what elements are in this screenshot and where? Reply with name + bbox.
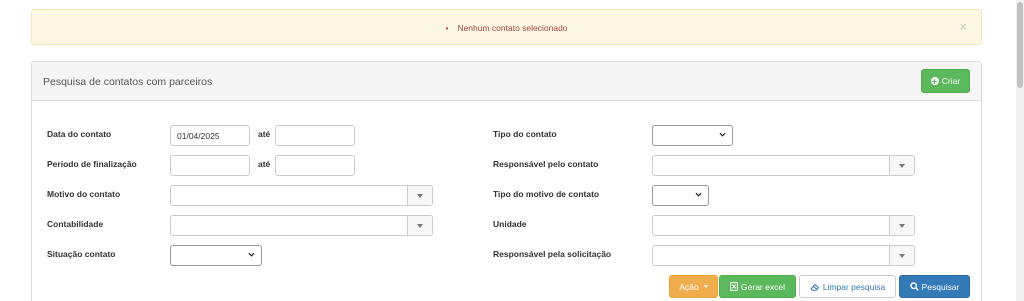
periodo-finalizacao-to-input[interactable] (275, 155, 355, 176)
caret-down-icon (703, 285, 708, 288)
eraser-icon (810, 283, 820, 291)
alert-message: • Nenhum contato selecionado (32, 23, 981, 33)
chevron-down-icon (719, 132, 726, 137)
label-periodo-finalizacao: Período de finalização (47, 159, 137, 169)
page-title: Pesquisa de contatos com parceiros (43, 76, 213, 88)
label-unidade: Unidade (493, 219, 527, 229)
label-responsavel-solicitacao: Responsável pela solicitação (493, 249, 612, 259)
search-icon (909, 282, 919, 291)
create-button-label: Criar (941, 76, 961, 86)
caret-down-icon (899, 253, 905, 258)
dropdown-arrow[interactable] (889, 216, 914, 235)
export-excel-button[interactable]: Gerar excel (719, 275, 796, 298)
until-label: até (258, 129, 271, 139)
situacao-contato-select[interactable] (170, 245, 262, 266)
page-scrollbar[interactable] (1016, 0, 1024, 301)
plus-circle-icon (930, 77, 939, 85)
dropdown-arrow[interactable] (407, 216, 432, 235)
excel-file-icon (730, 282, 738, 291)
label-tipo-contato: Tipo do contato (493, 129, 557, 139)
chevron-down-icon (695, 192, 702, 197)
create-button[interactable]: Criar (921, 69, 970, 93)
caret-down-icon (899, 163, 905, 168)
caret-down-icon (899, 223, 905, 228)
action-dropdown-button[interactable]: Ação (669, 275, 718, 298)
caret-down-icon (417, 193, 423, 198)
alert-text: Nenhum contato selecionado (457, 23, 568, 33)
contabilidade-select[interactable] (170, 215, 433, 236)
label-tipo-motivo-contato: Tipo do motivo de contato (493, 189, 600, 199)
label-data-contato: Data do contato (47, 129, 112, 139)
responsavel-solicitacao-select[interactable] (652, 245, 915, 266)
caret-down-icon (417, 223, 423, 228)
dropdown-arrow[interactable] (407, 186, 432, 205)
responsavel-contato-select[interactable] (652, 155, 915, 176)
tipo-contato-select[interactable] (652, 125, 733, 146)
tipo-motivo-contato-select[interactable] (652, 185, 709, 206)
alert-bullet: • (445, 23, 449, 33)
label-contabilidade: Contabilidade (47, 219, 104, 229)
export-excel-label: Gerar excel (741, 281, 785, 292)
data-contato-from-input[interactable] (170, 125, 250, 146)
clear-search-label: Limpar pesquisa (822, 281, 886, 292)
search-button[interactable]: Pesquisar (899, 275, 970, 298)
chevron-down-icon (248, 252, 255, 257)
dropdown-arrow[interactable] (889, 156, 914, 175)
search-button-label: Pesquisar (921, 281, 960, 292)
periodo-finalizacao-from-input[interactable] (170, 155, 250, 176)
scrollbar-thumb[interactable] (1017, 2, 1023, 88)
dropdown-arrow[interactable] (889, 246, 914, 265)
unidade-select[interactable] (652, 215, 915, 236)
until-label: até (258, 159, 271, 169)
alert-no-contact: • Nenhum contato selecionado × (31, 9, 982, 45)
data-contato-to-input[interactable] (275, 125, 355, 146)
label-situacao-contato: Situação contato (47, 249, 116, 259)
label-motivo-contato: Motivo do contato (47, 189, 121, 199)
label-responsavel-contato: Responsável pelo contato (493, 159, 599, 169)
close-icon[interactable]: × (959, 20, 967, 33)
clear-search-button[interactable]: Limpar pesquisa (799, 275, 896, 298)
motivo-contato-select[interactable] (170, 185, 433, 206)
action-button-label: Ação (679, 281, 699, 292)
panel-header: Pesquisa de contatos com parceiros Criar (32, 62, 981, 101)
